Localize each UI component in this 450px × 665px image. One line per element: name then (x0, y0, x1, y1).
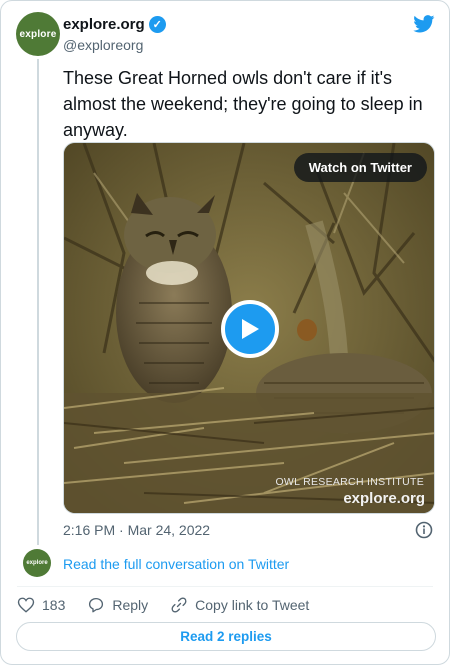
avatar[interactable]: explore (16, 12, 60, 56)
read-full-conversation-link[interactable]: Read the full conversation on Twitter (63, 556, 289, 572)
tweet-timestamp[interactable]: 2:16 PM · Mar 24, 2022 (63, 522, 210, 538)
copy-link-button[interactable]: Copy link to Tweet (170, 596, 309, 614)
verified-badge-icon: ✓ (148, 16, 166, 33)
video-player[interactable]: Watch on Twitter OWL RESEARCH INSTITUTE … (63, 142, 435, 514)
avatar-text: explore (19, 28, 57, 40)
tweet-card: explore explore.org ✓ @exploreorg These … (0, 0, 450, 665)
read-replies-button[interactable]: Read 2 replies (16, 622, 436, 651)
watch-on-twitter-button[interactable]: Watch on Twitter (293, 153, 427, 182)
like-count: 183 (42, 597, 66, 613)
heart-icon (17, 597, 35, 613)
reply-button[interactable]: Reply (87, 596, 148, 614)
account-name-text: explore.org (63, 16, 145, 33)
video-watermark-line1: OWL RESEARCH INSTITUTE (275, 476, 424, 488)
small-avatar-text: explore (26, 560, 48, 566)
reply-icon (89, 597, 104, 613)
divider (17, 586, 433, 587)
small-avatar[interactable]: explore (23, 549, 51, 577)
account-handle[interactable]: @exploreorg (63, 37, 143, 53)
reply-label: Reply (112, 597, 149, 613)
twitter-bird-icon[interactable] (413, 15, 435, 38)
info-icon[interactable] (415, 521, 433, 544)
play-icon (242, 319, 259, 339)
link-icon (171, 597, 187, 613)
video-watermark-line2: explore.org (343, 490, 425, 507)
action-bar: 183 Reply Copy link to Tweet (17, 595, 331, 615)
play-button[interactable] (221, 300, 279, 358)
tweet-text: These Great Horned owls don't care if it… (63, 68, 423, 140)
account-name[interactable]: explore.org ✓ (63, 16, 166, 33)
thread-line (37, 59, 39, 545)
copy-link-label: Copy link to Tweet (195, 597, 310, 613)
like-button[interactable]: 183 (17, 596, 65, 614)
